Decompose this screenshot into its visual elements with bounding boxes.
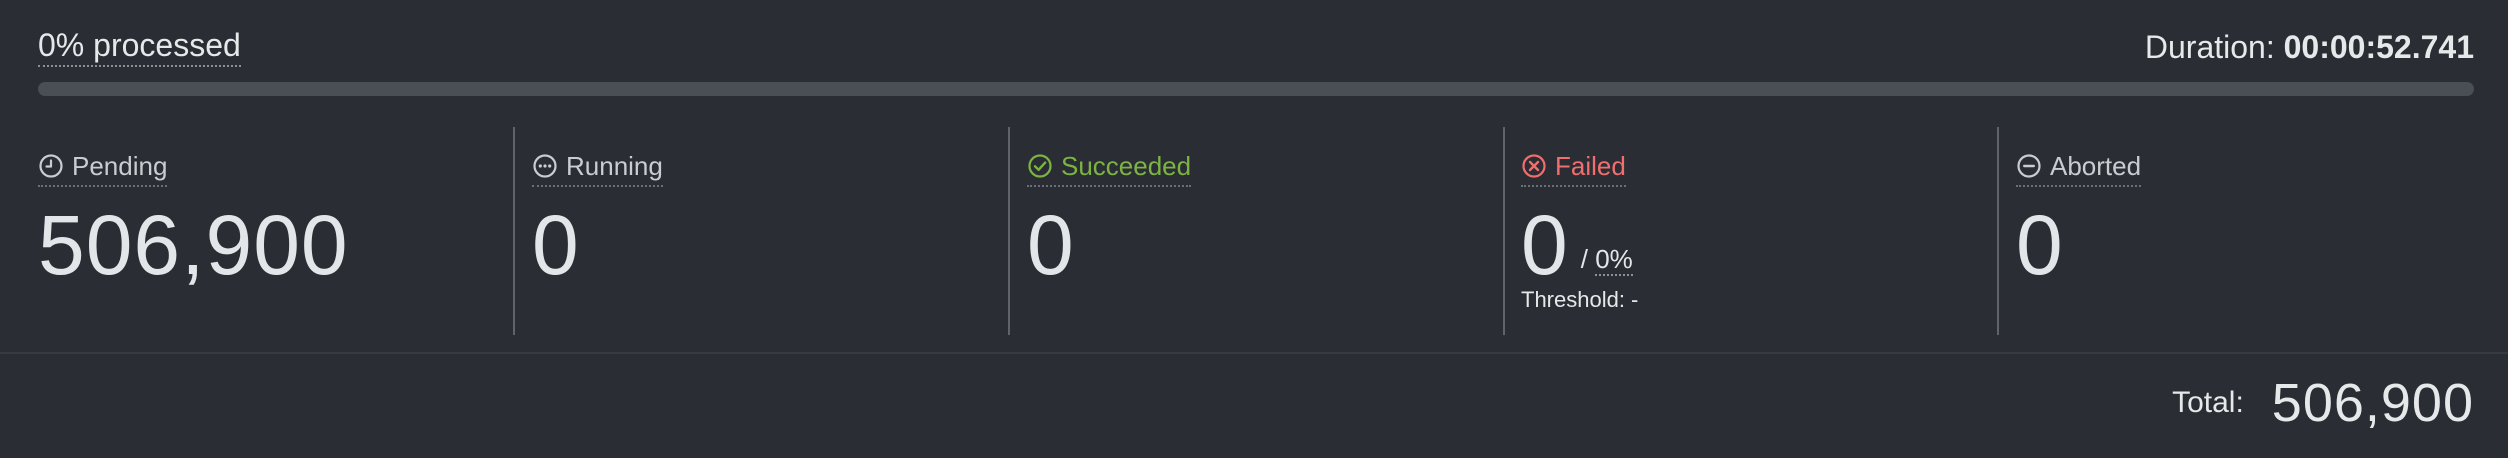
stat-running-label-group[interactable]: Running — [532, 149, 663, 187]
failure-threshold: Threshold: - — [1521, 287, 1639, 312]
stat-pending-value: 506,900 — [38, 198, 349, 292]
stat-aborted: Aborted 0 — [2016, 127, 2474, 335]
stat-failed-value: 0 — [1521, 198, 1569, 292]
x-circle-icon — [1522, 154, 1546, 178]
progress-header: 0% processed Duration: 00:00:52.741 — [38, 22, 2474, 72]
stat-failed-label: Failed — [1555, 151, 1626, 181]
duration-label: Duration: — [2144, 29, 2275, 65]
duration-value: 00:00:52.741 — [2283, 29, 2474, 65]
stat-succeeded-label-group[interactable]: Succeeded — [1027, 149, 1192, 187]
footer-divider — [0, 352, 2508, 354]
minus-circle-icon — [2017, 154, 2041, 178]
stat-aborted-label-group[interactable]: Aborted — [2016, 149, 2142, 187]
ellipsis-circle-icon — [533, 154, 557, 178]
column-divider — [513, 127, 515, 335]
stat-aborted-label: Aborted — [2050, 151, 2142, 181]
stat-running-label: Running — [566, 151, 663, 181]
check-circle-icon — [1028, 154, 1052, 178]
column-divider — [1997, 127, 1999, 335]
job-progress-panel: 0% processed Duration: 00:00:52.741 Pend… — [0, 0, 2508, 458]
stat-failed-value-row: 0 / 0% — [1521, 187, 1991, 293]
stat-succeeded-label: Succeeded — [1061, 151, 1192, 181]
column-divider — [1503, 127, 1505, 335]
total-summary: Total: 506,900 — [2172, 372, 2474, 434]
total-label: Total: — [2172, 386, 2244, 419]
stat-pending: Pending 506,900 — [38, 127, 508, 335]
stat-failed: Failed 0 / 0% Threshold: - — [1521, 127, 1991, 335]
stat-running-value: 0 — [532, 198, 580, 292]
failure-percentage[interactable]: 0% — [1595, 244, 1633, 276]
stat-running: Running 0 — [532, 127, 1002, 335]
stat-pending-label-group[interactable]: Pending — [38, 149, 168, 187]
total-value: 506,900 — [2271, 373, 2474, 433]
processed-percentage[interactable]: 0% processed — [38, 27, 241, 67]
stat-aborted-value: 0 — [2016, 198, 2064, 292]
column-divider — [1008, 127, 1010, 335]
clock-icon — [39, 154, 63, 178]
duration-readout: Duration: 00:00:52.741 — [2145, 29, 2474, 65]
stat-pending-label: Pending — [72, 151, 168, 181]
progress-bar — [38, 82, 2474, 96]
stat-succeeded: Succeeded 0 — [1027, 127, 1497, 335]
stat-succeeded-value: 0 — [1027, 198, 1075, 292]
failure-ratio-separator: / — [1580, 244, 1588, 274]
failure-ratio: / 0% — [1580, 244, 1633, 276]
stat-failed-label-group[interactable]: Failed — [1521, 149, 1626, 187]
status-counters: Pending 506,900 Running 0 Succeeded 0 Fa… — [0, 127, 2508, 335]
